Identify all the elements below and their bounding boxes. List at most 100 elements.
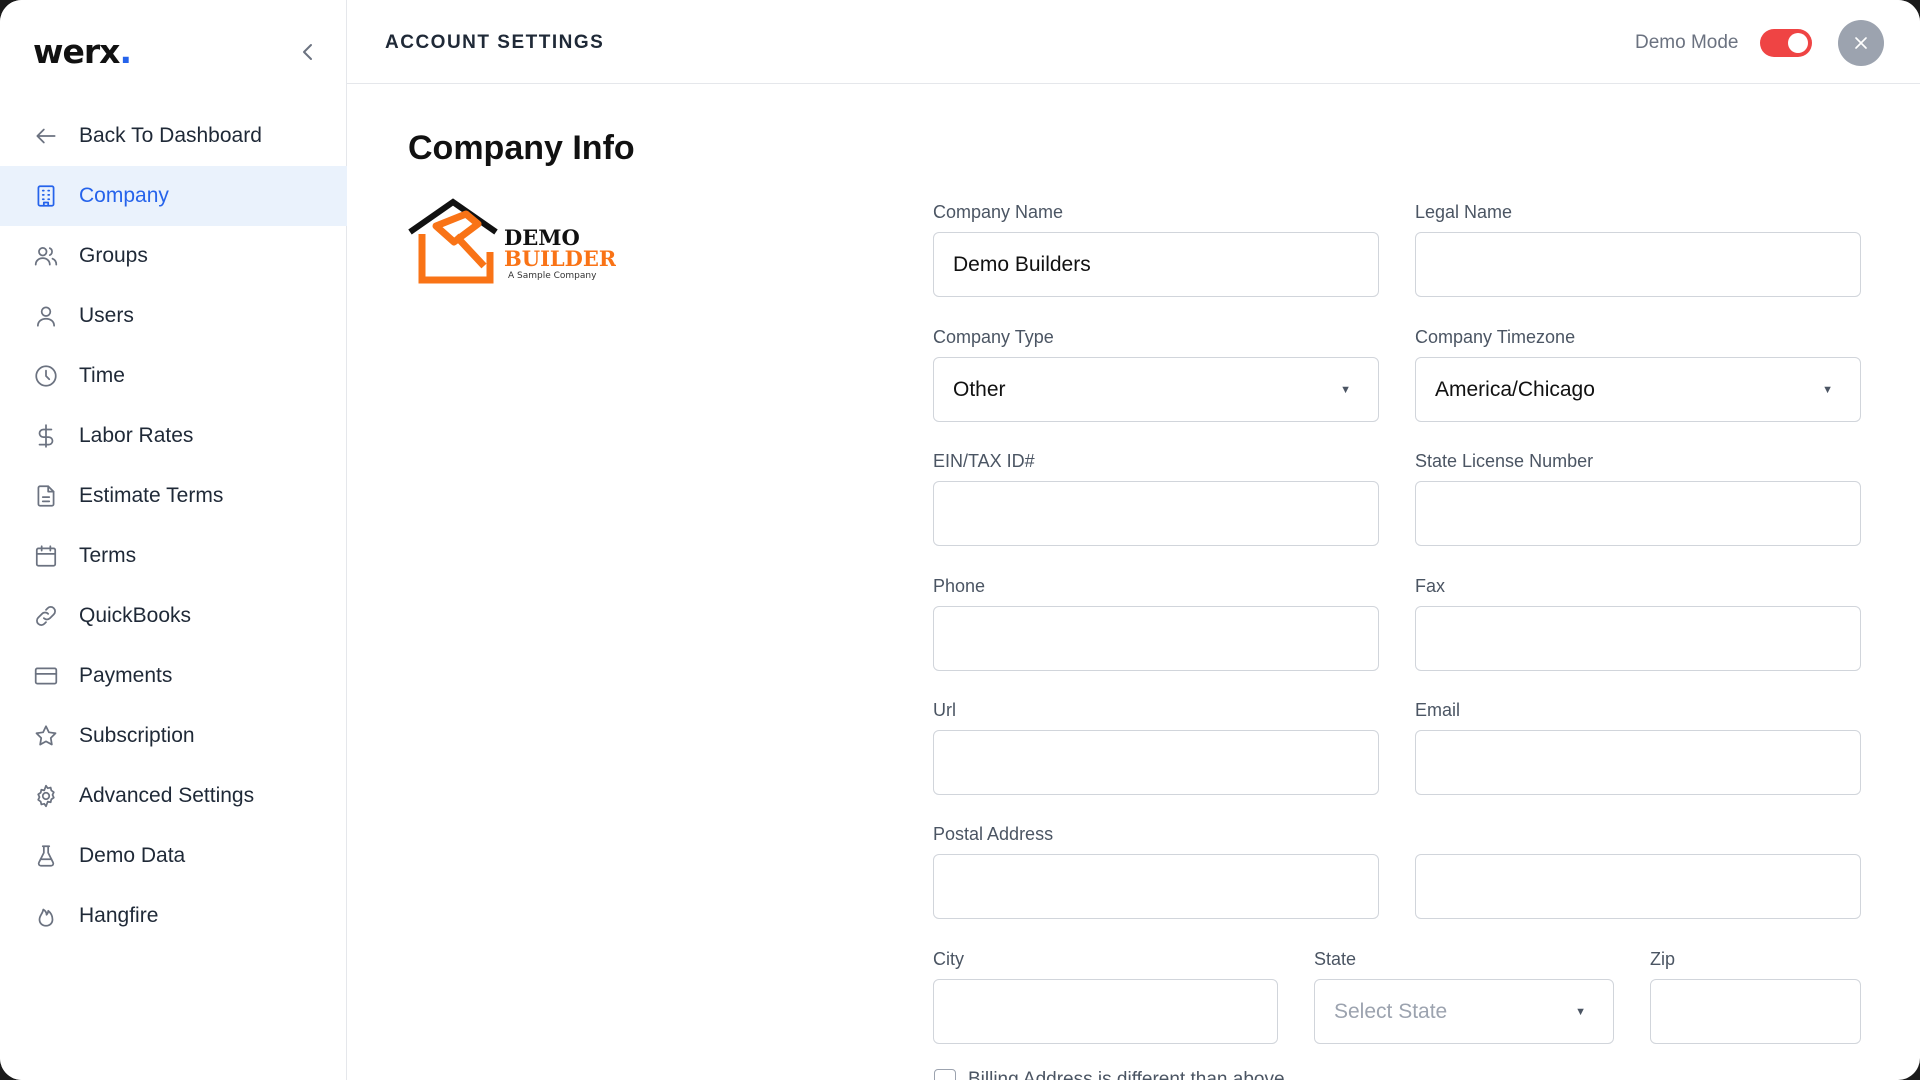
fax-label: Fax bbox=[1415, 576, 1446, 596]
zip-input[interactable] bbox=[1650, 979, 1861, 1044]
sidebar-item-demo-data[interactable]: Demo Data bbox=[0, 826, 347, 886]
sidebar-item-label: Time bbox=[79, 364, 125, 387]
company-type-value: Other bbox=[953, 377, 1006, 401]
top-header: ACCOUNT SETTINGS Demo Mode bbox=[347, 0, 1920, 84]
sidebar-item-label: Hangfire bbox=[79, 904, 159, 927]
ein-input[interactable] bbox=[933, 481, 1379, 546]
demo-mode-label: Demo Mode bbox=[1635, 32, 1739, 53]
sidebar-item-label: Terms bbox=[79, 544, 137, 567]
calendar-icon bbox=[32, 542, 60, 570]
legal-name-label: Legal Name bbox=[1415, 202, 1513, 222]
sidebar-item-hangfire[interactable]: Hangfire bbox=[0, 886, 347, 946]
url-input[interactable] bbox=[933, 730, 1379, 795]
dollar-icon bbox=[32, 422, 60, 450]
sidebar-nav: Back To Dashboard Company Groups Users T… bbox=[0, 106, 347, 946]
caret-down-icon: ▼ bbox=[1575, 1005, 1586, 1018]
sidebar: werx. Back To Dashboard Company Groups U… bbox=[0, 0, 347, 1080]
toggle-knob bbox=[1788, 33, 1808, 53]
page-header-title: ACCOUNT SETTINGS bbox=[385, 32, 605, 53]
company-name-label: Company Name bbox=[933, 202, 1064, 222]
sidebar-item-label: Users bbox=[79, 304, 134, 327]
sidebar-item-label: Payments bbox=[79, 664, 173, 687]
fax-input[interactable] bbox=[1415, 606, 1861, 671]
clock-icon bbox=[32, 362, 60, 390]
caret-down-icon: ▼ bbox=[1340, 383, 1351, 396]
company-timezone-value: America/Chicago bbox=[1435, 377, 1595, 401]
sidebar-item-payments[interactable]: Payments bbox=[0, 646, 347, 706]
url-label: Url bbox=[933, 700, 956, 720]
sidebar-item-users[interactable]: Users bbox=[0, 286, 347, 346]
company-timezone-select[interactable]: America/Chicago ▼ bbox=[1415, 357, 1861, 422]
logo-line2: BUILDERS bbox=[504, 246, 616, 271]
phone-label: Phone bbox=[933, 576, 986, 596]
sidebar-item-terms[interactable]: Terms bbox=[0, 526, 347, 586]
close-icon bbox=[1855, 37, 1867, 49]
sidebar-item-estimate-terms[interactable]: Estimate Terms bbox=[0, 466, 347, 526]
city-input[interactable] bbox=[933, 979, 1278, 1044]
company-timezone-label: Company Timezone bbox=[1415, 327, 1576, 347]
postal-address-input[interactable] bbox=[933, 854, 1379, 919]
company-type-label: Company Type bbox=[933, 327, 1054, 347]
logo-text: werx bbox=[33, 32, 120, 71]
sidebar-item-labor-rates[interactable]: Labor Rates bbox=[0, 406, 347, 466]
postal-address-line2-input[interactable] bbox=[1415, 854, 1861, 919]
sidebar-item-label: Demo Data bbox=[79, 844, 186, 867]
sidebar-item-label: Subscription bbox=[79, 724, 195, 747]
sidebar-item-subscription[interactable]: Subscription bbox=[0, 706, 347, 766]
zip-label: Zip bbox=[1650, 949, 1676, 969]
sidebar-item-back-to-dashboard[interactable]: Back To Dashboard bbox=[0, 106, 347, 166]
app-logo[interactable]: werx. bbox=[33, 32, 132, 71]
building-icon bbox=[32, 182, 60, 210]
state-placeholder: Select State bbox=[1334, 999, 1448, 1023]
phone-input[interactable] bbox=[933, 606, 1379, 671]
sidebar-item-label: QuickBooks bbox=[79, 604, 192, 627]
billing-address-checkbox[interactable] bbox=[934, 1069, 956, 1080]
page-title: Company Info bbox=[408, 129, 635, 167]
state-license-label: State License Number bbox=[1415, 451, 1594, 471]
billing-address-row: Billing Address is different than above bbox=[934, 1069, 1285, 1080]
arrow-left-icon bbox=[32, 122, 60, 150]
state-select[interactable]: Select State ▼ bbox=[1314, 979, 1614, 1044]
collapse-sidebar-button[interactable] bbox=[296, 40, 320, 64]
link-icon bbox=[32, 602, 60, 630]
sidebar-item-label: Estimate Terms bbox=[79, 484, 224, 507]
flame-icon bbox=[32, 902, 60, 930]
logo-dot: . bbox=[119, 32, 132, 71]
email-label: Email bbox=[1415, 700, 1461, 720]
users-group-icon bbox=[32, 242, 60, 270]
close-button[interactable] bbox=[1838, 20, 1884, 66]
logo-hammer-icon bbox=[432, 210, 487, 269]
postal-address-label: Postal Address bbox=[933, 824, 1054, 844]
company-type-select[interactable]: Other ▼ bbox=[933, 357, 1379, 422]
credit-card-icon bbox=[32, 662, 60, 690]
flask-icon bbox=[32, 842, 60, 870]
chevron-left-icon bbox=[303, 44, 312, 60]
state-label: State bbox=[1314, 949, 1357, 969]
demo-mode-toggle[interactable] bbox=[1760, 29, 1812, 57]
sidebar-item-label: Labor Rates bbox=[79, 424, 194, 447]
sidebar-item-label: Company bbox=[79, 184, 169, 207]
city-label: City bbox=[933, 949, 964, 969]
star-icon bbox=[32, 722, 60, 750]
company-logo[interactable]: DEMO BUILDERS A Sample Company bbox=[408, 198, 616, 284]
state-license-input[interactable] bbox=[1415, 481, 1861, 546]
sidebar-item-quickbooks[interactable]: QuickBooks bbox=[0, 586, 347, 646]
sidebar-item-groups[interactable]: Groups bbox=[0, 226, 347, 286]
sidebar-item-label: Back To Dashboard bbox=[79, 124, 262, 147]
legal-name-input[interactable] bbox=[1415, 232, 1861, 297]
email-input[interactable] bbox=[1415, 730, 1861, 795]
caret-down-icon: ▼ bbox=[1822, 383, 1833, 396]
sidebar-item-time[interactable]: Time bbox=[0, 346, 347, 406]
document-icon bbox=[32, 482, 60, 510]
billing-address-label: Billing Address is different than above bbox=[968, 1069, 1285, 1080]
logo-tagline: A Sample Company bbox=[508, 271, 597, 281]
gear-icon bbox=[32, 782, 60, 810]
user-icon bbox=[32, 302, 60, 330]
app-window: werx. Back To Dashboard Company Groups U… bbox=[0, 0, 1920, 1080]
sidebar-item-label: Advanced Settings bbox=[79, 784, 255, 807]
sidebar-item-advanced-settings[interactable]: Advanced Settings bbox=[0, 766, 347, 826]
sidebar-item-label: Groups bbox=[79, 244, 148, 267]
company-name-input[interactable] bbox=[933, 232, 1379, 297]
main-content: Company Info DEMO BUILDERS A Sample Comp… bbox=[347, 85, 1920, 1080]
sidebar-item-company[interactable]: Company bbox=[0, 166, 347, 226]
